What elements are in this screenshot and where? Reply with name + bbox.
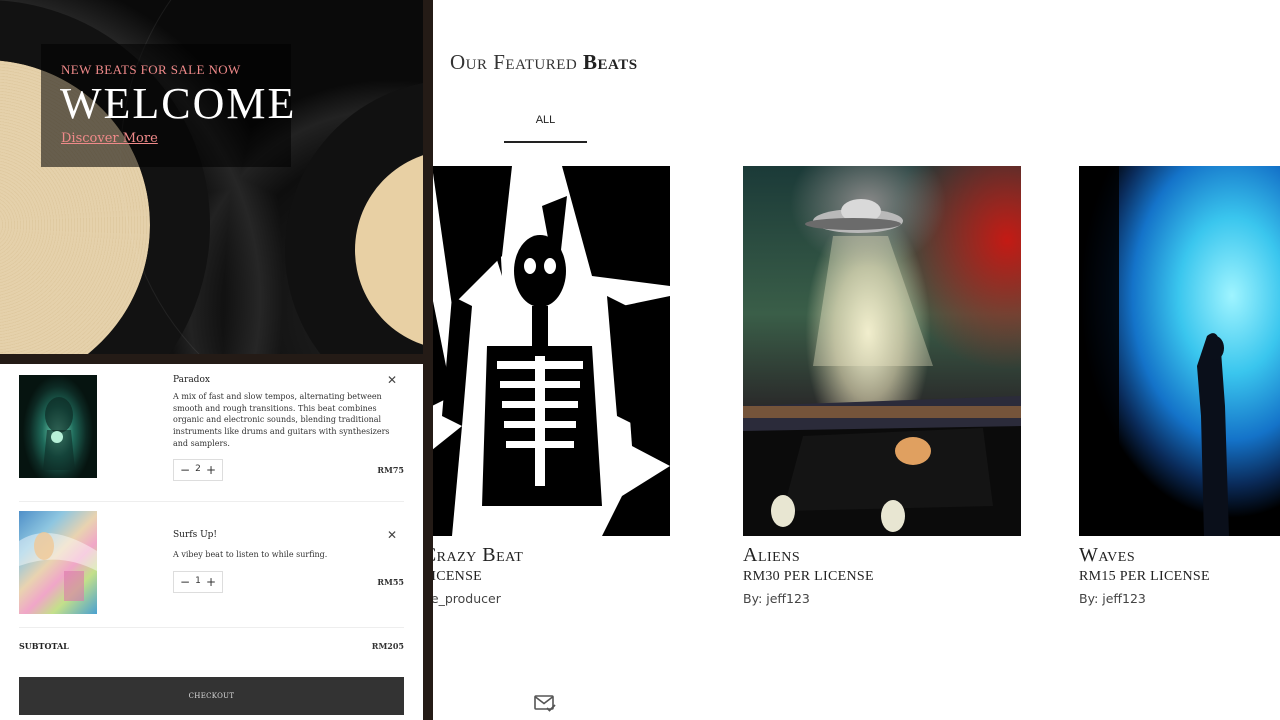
cart-divider — [19, 627, 404, 628]
crazy-beat-artwork — [432, 166, 670, 536]
subtotal-label: SUBTOTAL — [19, 641, 69, 651]
quantity-stepper[interactable]: − 2 + — [173, 459, 223, 481]
section-title-bold: Beats — [583, 50, 638, 74]
quantity-stepper[interactable]: − 1 + — [173, 571, 223, 593]
close-icon[interactable]: ✕ — [386, 374, 398, 386]
close-icon[interactable]: ✕ — [386, 529, 398, 541]
frame-divider-vertical — [423, 0, 433, 720]
frame-divider — [0, 354, 432, 364]
cart-item: Paradox ✕ A mix of fast and slow tempos,… — [19, 374, 404, 485]
discover-more-link[interactable]: Discover More — [61, 131, 158, 146]
beat-cover-crazy-beat[interactable] — [432, 166, 670, 536]
cart-item-thumbnail[interactable] — [19, 375, 97, 478]
cart-item-name: Surfs Up! — [173, 530, 218, 540]
cart-item-description: A mix of fast and slow tempos, alternati… — [173, 392, 390, 448]
checkout-button[interactable]: CHECKOUT — [19, 677, 404, 715]
subtotal-value: RM205 — [371, 641, 404, 651]
cart-item-price: RM75 — [377, 465, 404, 475]
beat-cover-aliens[interactable] — [743, 166, 1021, 536]
beat-author: By: jeff123 — [743, 591, 810, 606]
featured-beats-section: Our Featured Beats ALL razy Beat ICENSE … — [432, 0, 1280, 720]
beat-title[interactable]: m's Crazy Beat — [432, 544, 670, 567]
cart-panel: Paradox ✕ A mix of fast and slow tempos,… — [0, 364, 423, 720]
mail-check-icon[interactable] — [534, 694, 556, 712]
cart-item: Surfs Up! ✕ A vibey beat to listen to wh… — [19, 511, 404, 621]
beat-title[interactable]: Waves — [1079, 544, 1280, 567]
section-title-prefix: Our Featured — [450, 50, 584, 74]
aliens-artwork — [743, 199, 1021, 536]
section-title: Our Featured Beats — [450, 50, 638, 75]
plus-icon[interactable]: + — [205, 463, 217, 477]
waves-artwork — [1079, 166, 1229, 536]
banner-eyebrow: NEW BEATS FOR SALE NOW — [61, 62, 241, 77]
banner-title: WELCOME — [60, 79, 297, 128]
beat-price: PER LICENSE — [432, 569, 483, 584]
tab-all[interactable]: ALL — [504, 108, 587, 143]
surfs-up-artwork — [19, 532, 97, 601]
beat-card-crazy-beat[interactable]: m's Crazy Beat PER LICENSE om_the_produc… — [432, 166, 670, 606]
cart-item-price: RM55 — [377, 577, 404, 587]
cart-item-description: A vibey beat to listen to while surfing. — [173, 550, 328, 559]
beat-price: RM30 PER LICENSE — [743, 569, 874, 584]
welcome-banner: NEW BEATS FOR SALE NOW WELCOME Discover … — [0, 0, 432, 358]
cart-divider — [19, 501, 404, 502]
beat-author: By: jeff123 — [1079, 591, 1146, 606]
beat-cover-waves[interactable] — [1079, 166, 1280, 536]
cart-item-thumbnail[interactable] — [19, 511, 97, 614]
beat-price: RM15 PER LICENSE — [1079, 569, 1210, 584]
beat-title[interactable]: Aliens — [743, 544, 1021, 567]
paradox-artwork — [43, 397, 75, 470]
beat-card-waves[interactable]: Waves RM15 PER LICENSE By: jeff123 — [1079, 166, 1280, 606]
cart-item-name: Paradox — [173, 375, 210, 385]
plus-icon[interactable]: + — [205, 575, 217, 589]
beat-card-aliens[interactable]: Aliens RM30 PER LICENSE By: jeff123 — [743, 166, 1021, 606]
beat-author: om_the_producer — [432, 591, 501, 606]
